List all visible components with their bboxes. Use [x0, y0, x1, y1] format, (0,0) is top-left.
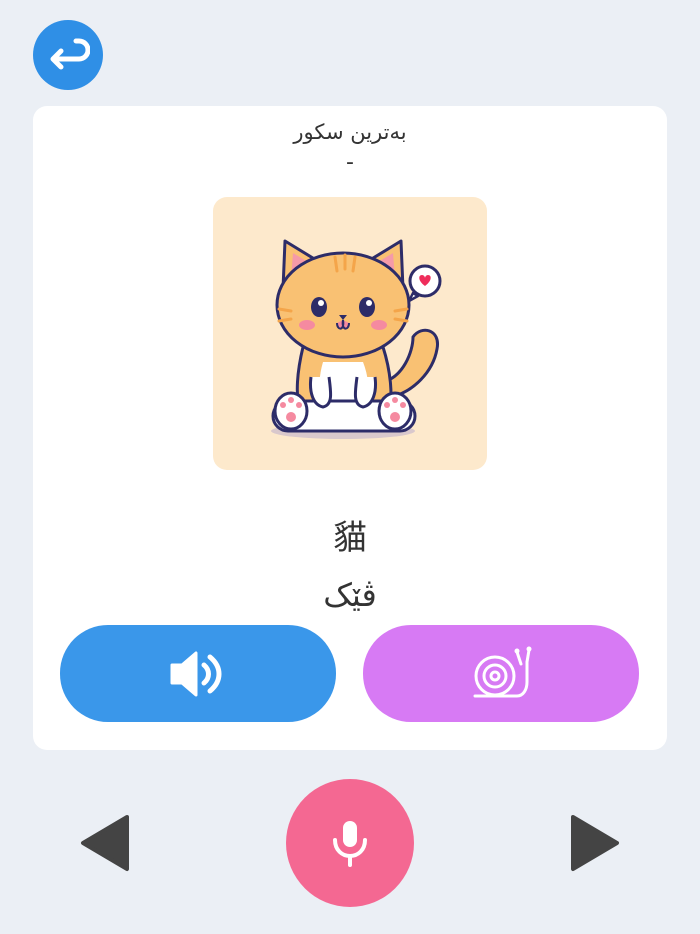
triangle-right-icon	[571, 815, 619, 871]
next-button[interactable]	[566, 812, 626, 874]
back-button[interactable]	[33, 20, 103, 90]
microphone-icon	[333, 821, 367, 867]
best-score-label: بەترین سکور	[293, 120, 407, 144]
flashcard: بەترین سکور - 貓 ڤێک	[33, 106, 667, 750]
word-text: 貓	[333, 518, 367, 558]
best-score-value: -	[346, 150, 354, 175]
cat-illustration	[271, 239, 442, 439]
speaker-icon	[170, 651, 222, 696]
return-arrow-icon	[50, 38, 90, 70]
slow-speak-button[interactable]	[363, 625, 639, 722]
triangle-left-icon	[81, 815, 129, 871]
microphone-button[interactable]	[286, 779, 414, 907]
speak-button[interactable]	[60, 625, 336, 722]
translation-text: ڤێک	[323, 576, 377, 614]
previous-button[interactable]	[74, 812, 134, 874]
word-picture	[213, 197, 487, 470]
snail-icon	[473, 646, 532, 697]
